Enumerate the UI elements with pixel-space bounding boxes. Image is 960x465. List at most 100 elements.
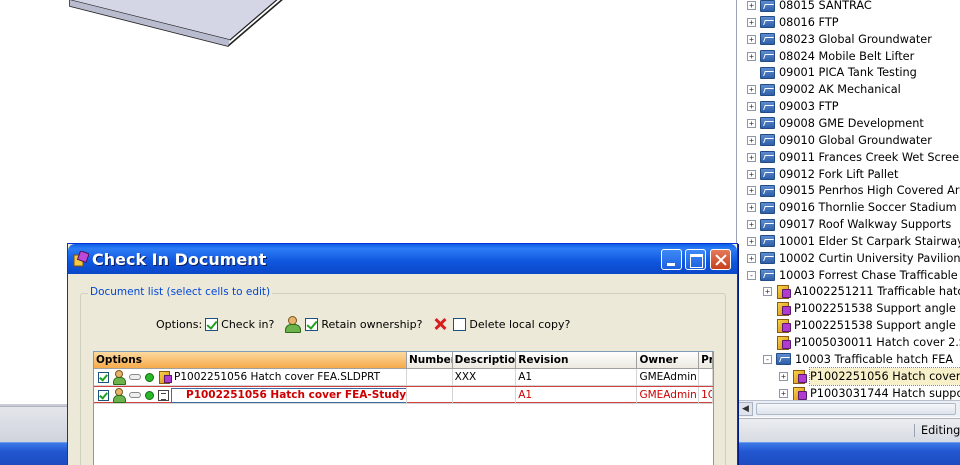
- expand-icon[interactable]: +: [747, 253, 756, 263]
- revision-cell[interactable]: A1: [516, 387, 638, 404]
- col-header-pr[interactable]: Pr: [699, 352, 713, 369]
- revision-cell[interactable]: A1: [516, 369, 638, 386]
- collapse-icon[interactable]: -: [747, 270, 756, 280]
- tree-item[interactable]: - 10003 Trafficable hatch FEA: [763, 351, 953, 368]
- table-row[interactable]: P1002251056 Hatch cover FEA.SLDPRT XXX A…: [94, 369, 713, 386]
- check-in-dialog: Check In Document Document list (select …: [67, 243, 738, 465]
- options-label: Options:: [156, 317, 203, 331]
- folder-icon: [760, 168, 775, 180]
- tree-item-label: 09017 Roof Walkway Supports: [779, 218, 952, 232]
- retain-ownership-checkbox[interactable]: [305, 317, 319, 331]
- tree-item[interactable]: +10001 Elder St Carpark Stairway 2: [747, 233, 960, 250]
- tree-item[interactable]: +09002 AK Mechanical: [747, 81, 901, 98]
- file-name: P1002251056 Hatch cover FEA.SLDPRT: [174, 371, 381, 383]
- tree-item[interactable]: +09016 Thornlie Soccer Stadium: [747, 199, 957, 216]
- dialog-titlebar[interactable]: Check In Document: [68, 244, 737, 274]
- toggle-icon[interactable]: [129, 374, 141, 380]
- expand-icon[interactable]: +: [779, 388, 788, 398]
- expand-icon[interactable]: +: [747, 34, 756, 44]
- tree-item-label: P1005030011 Hatch cover 2.SL: [794, 336, 960, 349]
- expand-icon[interactable]: +: [747, 85, 756, 95]
- tree-item[interactable]: +09010 Global Groundwater: [747, 132, 932, 149]
- user-icon[interactable]: [112, 388, 126, 403]
- tree-item[interactable]: + P1003031744 Hatch suppor: [779, 385, 960, 402]
- tree-item-label: P1002251538 Support angle 40: [794, 302, 960, 316]
- expand-icon[interactable]: +: [747, 203, 756, 213]
- tree-item[interactable]: + P1002251056 Hatch cover F: [779, 366, 960, 386]
- check-in-icon: [73, 251, 89, 267]
- tree-item[interactable]: +09012 Fork Lift Pallet: [747, 166, 898, 183]
- minimize-button[interactable]: [661, 249, 682, 270]
- close-button[interactable]: [710, 249, 731, 270]
- tree-item[interactable]: P1002251538 Support angle 40: [763, 300, 960, 317]
- expand-icon[interactable]: +: [747, 102, 756, 112]
- maximize-button[interactable]: [685, 249, 706, 270]
- tree-item[interactable]: +08016 FTP: [747, 14, 839, 31]
- tree-item-label: 09012 Fork Lift Pallet: [779, 167, 899, 181]
- tree-item[interactable]: +08024 Mobile Belt Lifter: [747, 48, 914, 65]
- tree-item[interactable]: +09003 FTP: [747, 98, 839, 115]
- tree-horizontal-scrollbar[interactable]: ◀: [736, 400, 960, 417]
- col-header-owner[interactable]: Owner: [637, 352, 700, 369]
- expand-icon[interactable]: +: [763, 287, 772, 297]
- tree-item[interactable]: P1002251538 Support angle 40: [763, 317, 960, 334]
- tree-item[interactable]: - 10003 Forrest Chase Trafficable Ha: [747, 267, 960, 284]
- tree-item[interactable]: +08015 SANTRAC: [747, 0, 872, 14]
- folder-icon: [760, 269, 775, 282]
- tree-item[interactable]: + A1002251211 Trafficable hatch: [763, 283, 960, 300]
- scroll-left-arrow-icon[interactable]: ◀: [738, 402, 753, 416]
- tree-item[interactable]: +09015 Penrhos High Covered Area: [747, 182, 960, 199]
- tree-item-label: 08023 Global Groundwater: [779, 32, 932, 46]
- col-header-revision[interactable]: Revision: [516, 352, 638, 369]
- check-in-label: Check in?: [221, 317, 275, 331]
- expand-icon[interactable]: +: [747, 152, 756, 162]
- collapse-icon[interactable]: -: [763, 354, 772, 364]
- tree-item-label: P1002251056 Hatch cover F: [809, 366, 960, 386]
- options-cell[interactable]: P1002251056 Hatch cover FEA.SLDPRT: [94, 369, 407, 386]
- expand-icon[interactable]: +: [747, 220, 756, 230]
- number-cell[interactable]: [406, 387, 453, 404]
- options-cell[interactable]: P1002251056 Hatch cover FEA-Study 1.CW: [94, 387, 407, 404]
- description-cell[interactable]: [452, 387, 517, 404]
- toggle-icon[interactable]: [129, 392, 141, 398]
- file-tree-panel[interactable]: +08015 SANTRAC +08016 FTP +08023 Global Gr…: [736, 0, 960, 420]
- expand-icon: [763, 304, 772, 313]
- expand-icon[interactable]: +: [747, 135, 756, 145]
- row-check-in-checkbox[interactable]: [98, 389, 109, 401]
- number-cell[interactable]: [406, 369, 453, 386]
- col-header-options[interactable]: Options: [94, 352, 407, 369]
- document-grid[interactable]: Options Number Description Revision Owne…: [93, 351, 714, 465]
- expand-icon[interactable]: +: [747, 186, 756, 196]
- expand-icon[interactable]: +: [747, 1, 756, 10]
- tree-item[interactable]: +08023 Global Groundwater: [747, 31, 932, 48]
- tree-item[interactable]: 09001 PICA Tank Testing: [747, 64, 917, 81]
- expand-icon[interactable]: +: [747, 51, 756, 61]
- description-cell[interactable]: XXX: [452, 369, 517, 386]
- tree-item[interactable]: +09008 GME Development: [747, 115, 924, 132]
- folder-icon: [760, 66, 775, 79]
- col-header-description[interactable]: Description: [452, 352, 517, 369]
- check-in-checkbox[interactable]: [205, 317, 219, 331]
- expand-icon[interactable]: +: [779, 371, 788, 381]
- user-icon[interactable]: [112, 370, 126, 385]
- expand-icon[interactable]: +: [747, 236, 756, 246]
- expand-icon[interactable]: +: [747, 169, 756, 179]
- col-header-number[interactable]: Number: [406, 352, 453, 369]
- status-ok-icon: [145, 390, 154, 400]
- tree-item[interactable]: +09011 Frances Creek Wet Screen: [747, 149, 960, 166]
- file-name-edit[interactable]: P1002251056 Hatch cover FEA-Study 1.CW: [171, 387, 406, 403]
- tree-item[interactable]: P1005030011 Hatch cover 2.SL: [763, 334, 960, 351]
- owner-cell[interactable]: GMEAdmin: [637, 387, 700, 404]
- tree-item[interactable]: +09017 Roof Walkway Supports: [747, 216, 951, 233]
- expand-icon[interactable]: +: [747, 118, 756, 128]
- scroll-thumb[interactable]: [756, 403, 956, 415]
- row-check-in-checkbox[interactable]: [98, 371, 109, 383]
- owner-cell[interactable]: GMEAdmin: [637, 369, 700, 386]
- pr-cell[interactable]: 1C: [699, 387, 713, 404]
- delete-local-checkbox[interactable]: [453, 317, 467, 331]
- tree-item[interactable]: +10002 Curtin University Pavilion 21: [747, 250, 960, 267]
- pr-cell[interactable]: [699, 369, 713, 386]
- expand-icon[interactable]: +: [747, 17, 756, 27]
- table-row[interactable]: P1002251056 Hatch cover FEA-Study 1.CW A…: [94, 386, 713, 404]
- folder-icon: [760, 218, 775, 231]
